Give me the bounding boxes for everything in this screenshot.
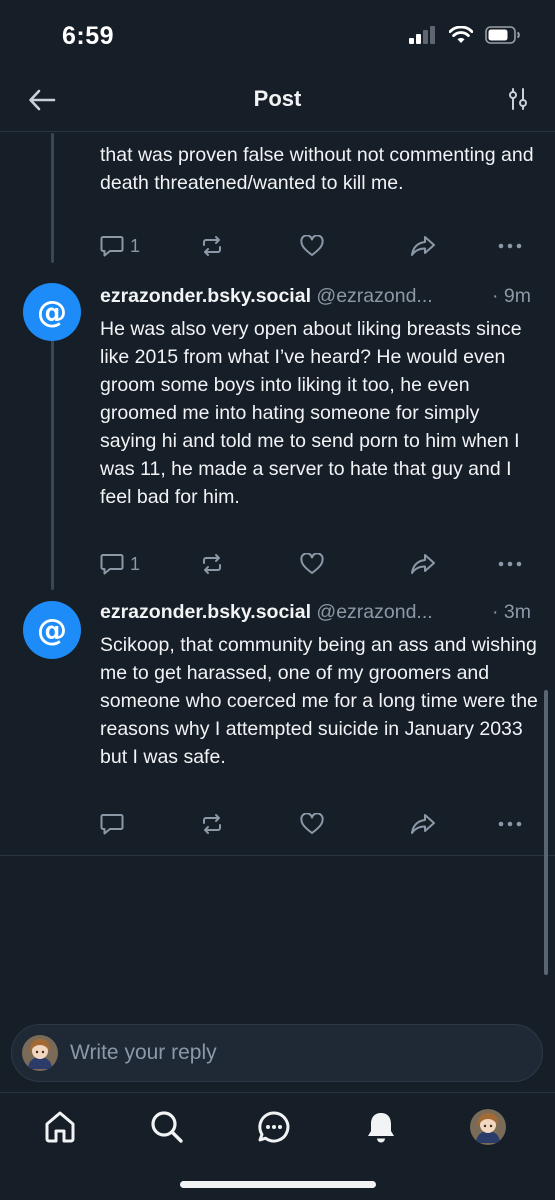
- reply-count: 1: [130, 553, 141, 574]
- user-avatar: [22, 1035, 58, 1071]
- repost-button[interactable]: [200, 231, 224, 261]
- profile-picture-icon: [470, 1109, 506, 1145]
- like-button[interactable]: [300, 231, 324, 261]
- like-button[interactable]: [300, 809, 324, 839]
- author-name[interactable]: ezrazonder.bsky.social: [100, 601, 311, 623]
- heart-icon: [300, 553, 324, 574]
- scrollbar-thumb[interactable]: [544, 690, 548, 975]
- status-time: 6:59: [62, 22, 115, 50]
- post-header: ezrazonder.bsky.social @ezrazond...: [100, 598, 540, 626]
- thread-settings-button[interactable]: [503, 84, 533, 114]
- post-text: He was also very open about liking breas…: [100, 318, 522, 508]
- avatar[interactable]: @: [23, 283, 81, 341]
- comment-icon: [100, 236, 124, 257]
- author-name[interactable]: ezrazonder.bsky.social: [100, 285, 311, 307]
- search-icon: [151, 1111, 183, 1143]
- signal-icon: [409, 26, 435, 44]
- more-icon: [498, 243, 522, 249]
- share-button[interactable]: [410, 549, 436, 579]
- heart-icon: [300, 235, 324, 256]
- repost-button[interactable]: [200, 809, 224, 839]
- profile-avatar: [470, 1109, 506, 1145]
- chat-icon: [258, 1111, 290, 1143]
- battery-icon: [485, 26, 520, 44]
- comment-icon: [100, 554, 124, 575]
- more-icon: [498, 821, 522, 827]
- status-icons: [409, 26, 521, 44]
- header: Post: [0, 72, 555, 132]
- avatar[interactable]: @: [23, 601, 81, 659]
- status-bar: 6:59: [0, 0, 555, 72]
- share-button[interactable]: [410, 809, 436, 839]
- reply-count: 1: [130, 235, 141, 256]
- post-actions: 1: [100, 231, 530, 261]
- more-button[interactable]: [498, 549, 522, 579]
- repost-icon: [203, 814, 221, 834]
- reply-button[interactable]: 1: [100, 549, 140, 579]
- reply-input[interactable]: Write your reply: [11, 1024, 543, 1082]
- post-actions: [100, 809, 530, 839]
- reply-button[interactable]: 1: [100, 231, 140, 261]
- divider: [0, 855, 555, 856]
- share-icon: [411, 814, 435, 834]
- post-text: Scikoop, that community being an ass and…: [100, 634, 538, 768]
- comment-icon: [100, 814, 124, 835]
- post-text: that was proven false without not commen…: [100, 144, 534, 194]
- share-button[interactable]: [410, 231, 436, 261]
- tab-search[interactable]: [145, 1105, 189, 1149]
- screen: 6:59 Post that was proven false without …: [0, 0, 555, 1200]
- reply-placeholder: Write your reply: [70, 1041, 217, 1064]
- repost-button[interactable]: [200, 549, 224, 579]
- more-button[interactable]: [498, 231, 522, 261]
- share-icon: [411, 554, 435, 574]
- share-icon: [411, 236, 435, 256]
- thread-line: [51, 133, 54, 263]
- post-time: · 9m: [490, 282, 531, 310]
- post-time: · 3m: [490, 598, 531, 626]
- home-indicator[interactable]: [180, 1181, 376, 1188]
- author-handle[interactable]: @ezrazond...: [316, 601, 432, 623]
- post-header: ezrazonder.bsky.social @ezrazond...: [100, 282, 540, 310]
- at-icon: @: [37, 612, 67, 648]
- tab-notifications[interactable]: [359, 1105, 403, 1149]
- repost-icon: [203, 236, 221, 256]
- post-actions: 1: [100, 549, 530, 579]
- tab-profile[interactable]: [466, 1105, 510, 1149]
- page-title: Post: [253, 86, 302, 111]
- tab-home[interactable]: [38, 1105, 82, 1149]
- home-icon: [45, 1111, 75, 1143]
- more-icon: [498, 561, 522, 567]
- author-handle[interactable]: @ezrazond...: [316, 285, 432, 307]
- repost-icon: [203, 554, 221, 574]
- heart-icon: [300, 813, 324, 834]
- wifi-icon: [449, 26, 473, 43]
- reply-button[interactable]: [100, 809, 130, 839]
- profile-picture-icon: [22, 1035, 58, 1071]
- thread-line: [51, 340, 54, 590]
- sliders-icon: [509, 88, 527, 110]
- at-icon: @: [37, 294, 67, 330]
- like-button[interactable]: [300, 549, 324, 579]
- tab-chat[interactable]: [252, 1105, 296, 1149]
- bell-icon: [368, 1113, 394, 1143]
- more-button[interactable]: [498, 809, 522, 839]
